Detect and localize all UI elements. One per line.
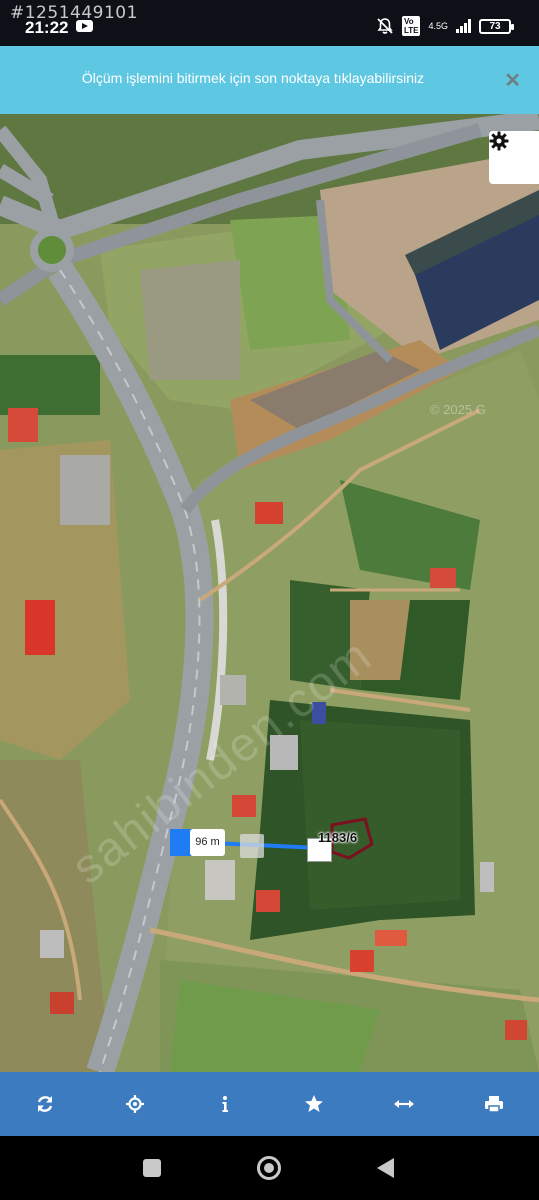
map-toolbar bbox=[0, 1072, 539, 1136]
gear-icon bbox=[489, 131, 509, 151]
print-button[interactable] bbox=[474, 1084, 514, 1124]
signal-icon bbox=[456, 19, 471, 33]
measure-midpoint-marker[interactable] bbox=[240, 834, 264, 858]
status-bar: #1251449101 21:22 Vo LTE 4.5G 73 bbox=[0, 0, 539, 46]
map-imagery bbox=[0, 114, 539, 1072]
status-clock: 21:22 bbox=[25, 18, 69, 37]
info-button[interactable] bbox=[205, 1084, 245, 1124]
refresh-button[interactable] bbox=[25, 1084, 65, 1124]
star-icon bbox=[305, 1095, 324, 1112]
settings-button[interactable] bbox=[489, 131, 539, 184]
print-icon bbox=[485, 1096, 504, 1113]
locate-icon bbox=[125, 1095, 144, 1113]
favorite-button[interactable] bbox=[294, 1084, 334, 1124]
recents-icon[interactable] bbox=[143, 1159, 161, 1177]
volte-badge: Vo LTE bbox=[401, 16, 421, 36]
measure-start-marker[interactable] bbox=[170, 829, 192, 856]
youtube-icon bbox=[76, 20, 93, 32]
battery-icon: 73 bbox=[479, 18, 514, 34]
parcel-label: 1183/6 bbox=[318, 830, 358, 845]
close-icon[interactable]: ✕ bbox=[504, 68, 521, 93]
satellite-map[interactable]: © 2025 G sahibinden.com 96 m 1183/6 bbox=[0, 114, 539, 1072]
measurement-banner: Ölçüm işlemini bitirmek için son noktaya… bbox=[0, 46, 539, 114]
measure-button[interactable] bbox=[384, 1084, 424, 1124]
mute-bell-icon bbox=[377, 18, 393, 34]
refresh-icon bbox=[37, 1096, 53, 1112]
banner-message: Ölçüm işlemini bitirmek için son noktaya… bbox=[81, 70, 425, 86]
measure-icon bbox=[394, 1100, 415, 1108]
measurement-label: 96 m bbox=[190, 829, 225, 856]
info-icon bbox=[222, 1096, 228, 1112]
home-icon[interactable] bbox=[257, 1156, 281, 1180]
status-indicators: Vo LTE 4.5G 73 bbox=[376, 16, 514, 36]
system-nav-bar bbox=[0, 1136, 539, 1200]
network-type: 4.5G bbox=[428, 20, 448, 31]
back-icon[interactable] bbox=[377, 1158, 394, 1178]
locate-button[interactable] bbox=[115, 1084, 155, 1124]
